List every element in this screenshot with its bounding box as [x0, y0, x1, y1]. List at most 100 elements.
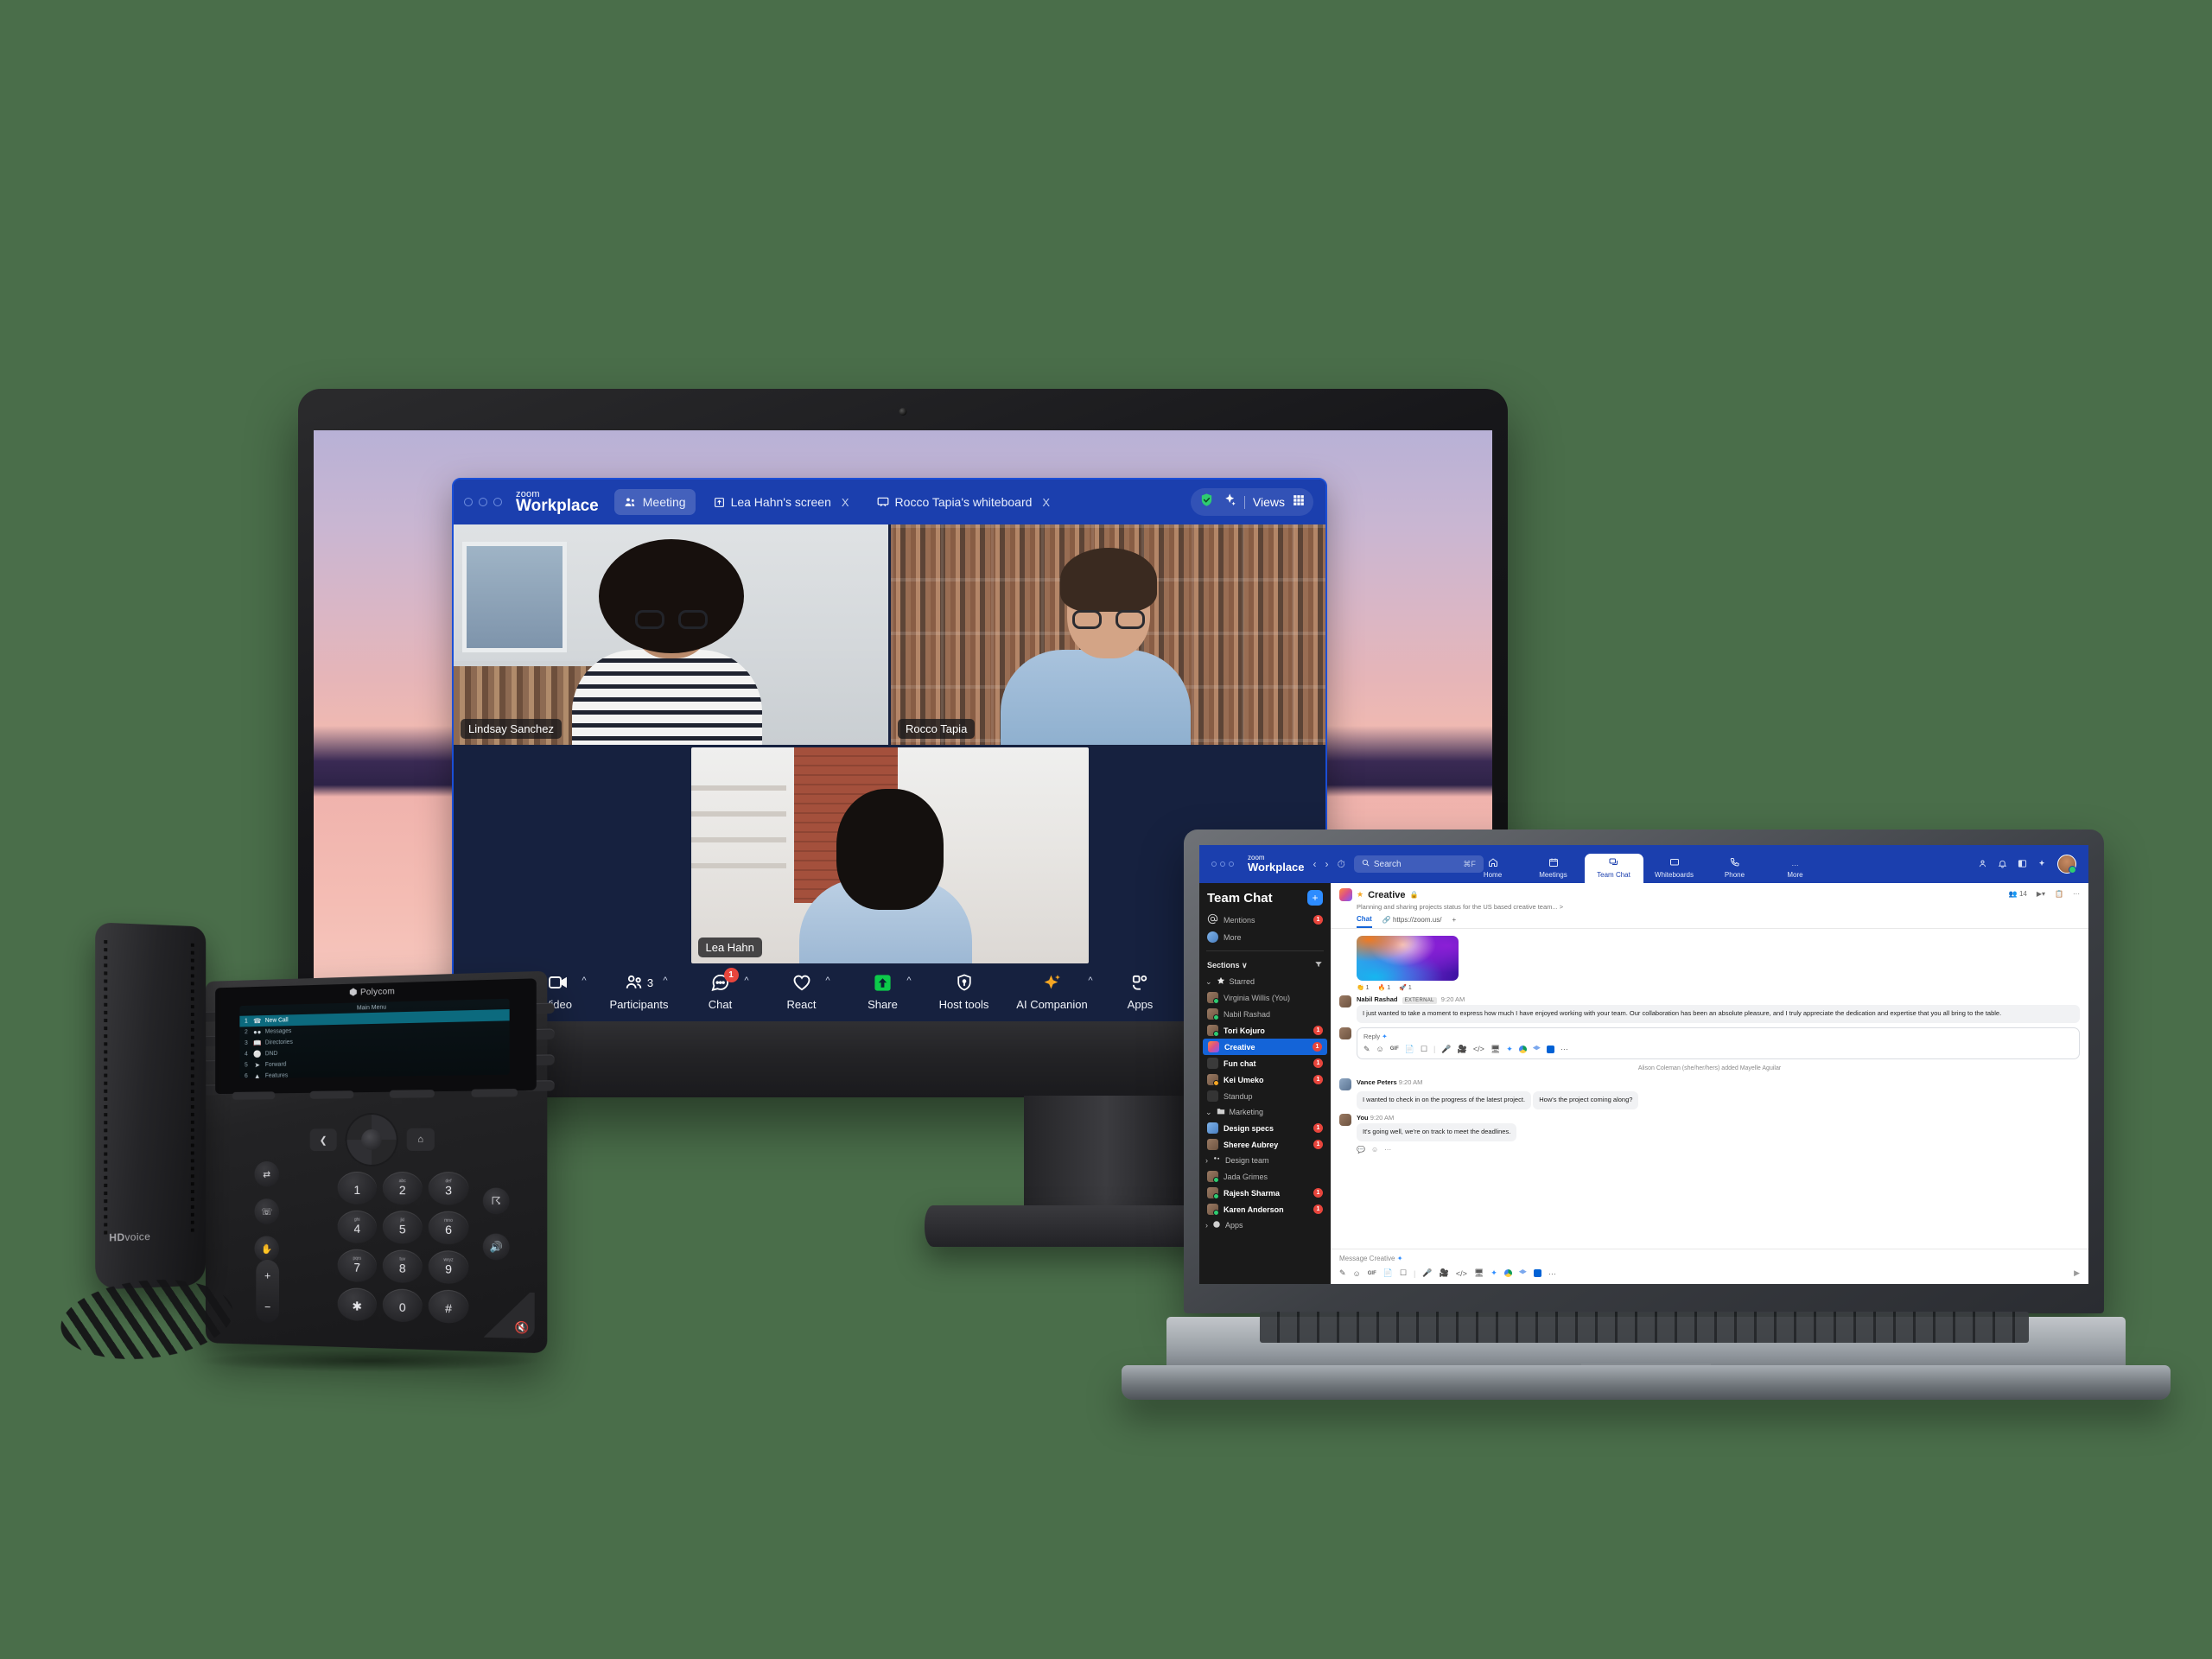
tab-whiteboards[interactable]: Whiteboards	[1645, 854, 1704, 883]
key-4[interactable]: ghi 4	[337, 1210, 377, 1244]
gif-icon[interactable]: GIF	[1368, 1271, 1376, 1276]
message-composer[interactable]: Message Creative ✦ ✎ ☺ GIF 📄 ☐ | 🎤 🎥 </>…	[1331, 1249, 2088, 1284]
reaction-fire[interactable]: 🔥 1	[1378, 984, 1391, 991]
channel-description[interactable]: Planning and sharing projects status for…	[1357, 903, 2080, 911]
close-icon[interactable]: X	[842, 496, 849, 509]
reply-input-box[interactable]: Reply ✦ ✎ ☺ GIF 📄 ☐ | 🎤 🎥 </> 🖥 ✦ ···	[1357, 1027, 2080, 1059]
sidebar-item-tori-kojuro[interactable]: Tori Kojuro 1	[1199, 1022, 1331, 1039]
format-icon[interactable]: ✎	[1363, 1045, 1370, 1054]
phone-volume-rocker[interactable]: + −	[256, 1259, 280, 1324]
toolbar-share-button[interactable]: ^ Share	[842, 971, 924, 1011]
select-icon[interactable]	[345, 1112, 398, 1167]
toolbar-ai-companion-button[interactable]: ^ AI Companion	[1005, 971, 1100, 1011]
ai-sparkle-icon[interactable]: ✦	[1382, 1033, 1387, 1040]
tab-team-chat[interactable]: Team Chat	[1584, 854, 1643, 883]
video-clip-icon[interactable]: 🎥	[1458, 1045, 1467, 1054]
key-8[interactable]: tuv 8	[382, 1249, 423, 1284]
audio-icon[interactable]: 🎤	[1441, 1045, 1451, 1054]
message-attachment-image[interactable]	[1357, 936, 1459, 981]
chevron-right-icon[interactable]: ›	[1325, 858, 1329, 871]
nav-arrows[interactable]: ‹ › ⏱	[1313, 858, 1345, 871]
ai-sparkle-icon[interactable]: ✦	[1397, 1255, 1403, 1262]
sidebar-item-design-specs[interactable]: Design specs 1	[1199, 1120, 1331, 1136]
screen-share-icon[interactable]: 🖥	[1474, 1268, 1484, 1278]
sidebar-item-sheree-aubrey[interactable]: Sheree Aubrey 1	[1199, 1136, 1331, 1153]
contacts-icon[interactable]	[1978, 859, 1987, 870]
ai-sparkle-icon[interactable]	[2037, 859, 2047, 870]
sidebar-item-creative[interactable]: Creative 1	[1203, 1039, 1327, 1055]
sidebar-item-fun-chat[interactable]: Fun chat 1	[1199, 1055, 1331, 1071]
chevron-down-icon[interactable]: ⌄	[1205, 1108, 1212, 1117]
google-drive-icon[interactable]	[1518, 1045, 1527, 1053]
sidebar-item-jada-grimes[interactable]: Jada Grimes	[1199, 1168, 1331, 1185]
chevron-up-icon[interactable]: ^	[582, 976, 586, 986]
more-dots-icon[interactable]: ···	[1560, 1045, 1568, 1053]
more-dots-icon[interactable]: ···	[2073, 890, 2080, 898]
chevron-down-icon[interactable]: ⌄	[1205, 977, 1212, 987]
toolbar-react-button[interactable]: ^ React	[761, 971, 842, 1011]
close-icon[interactable]: X	[1042, 496, 1050, 509]
key-hash[interactable]: #	[428, 1289, 469, 1324]
gif-icon[interactable]: GIF	[1390, 1046, 1399, 1052]
key-0[interactable]: 0	[382, 1288, 423, 1323]
tab-home[interactable]: Home	[1464, 854, 1522, 883]
chevron-right-icon[interactable]: ›	[1205, 1221, 1208, 1230]
home-icon[interactable]: ⌂	[406, 1128, 435, 1151]
screen-share-icon[interactable]: 🖥	[1491, 1045, 1500, 1054]
star-icon[interactable]: ★	[1357, 890, 1363, 899]
file-icon[interactable]: 📄	[1383, 1268, 1393, 1278]
voicemail-icon[interactable]: ☏	[254, 1198, 280, 1224]
ai-sparkle-icon[interactable]	[1222, 493, 1236, 512]
more-dots-icon[interactable]: ···	[1384, 1146, 1391, 1154]
key-2[interactable]: abc 2	[382, 1172, 423, 1205]
screenshot-icon[interactable]: ☐	[1421, 1045, 1427, 1054]
screenshot-icon[interactable]: ☐	[1400, 1268, 1407, 1278]
key-9[interactable]: wxyz 9	[428, 1249, 469, 1285]
key-3[interactable]: def 3	[428, 1172, 469, 1205]
sidebar-item-virginia-willis[interactable]: Virginia Willis (You)	[1199, 989, 1331, 1006]
dropbox-icon[interactable]	[1532, 1045, 1541, 1051]
new-chat-button[interactable]: +	[1307, 890, 1323, 906]
code-icon[interactable]: </>	[1473, 1045, 1484, 1053]
chevron-up-icon[interactable]: ^	[663, 976, 667, 986]
avatar[interactable]	[1339, 1077, 1351, 1090]
bell-icon[interactable]	[1998, 859, 2007, 870]
sidebar-group-marketing[interactable]: ⌄ Marketing	[1199, 1104, 1331, 1120]
phone-softkeys[interactable]	[215, 1085, 537, 1103]
video-tile-lea[interactable]: Lea Hahn	[690, 747, 1089, 963]
sidebar-item-more[interactable]: More	[1199, 929, 1331, 945]
headset-icon[interactable]: ☈	[482, 1187, 510, 1215]
sidebar-item-nabil-rashad[interactable]: Nabil Rashad	[1199, 1006, 1331, 1022]
hold-icon[interactable]: ✋	[254, 1236, 280, 1262]
toolbar-host-tools-button[interactable]: Host tools	[924, 971, 1005, 1011]
message-list[interactable]: 👏 1 🔥 1 🚀 1 Nabil Rashad EXTERNAL 9:20 A…	[1331, 929, 2088, 1249]
chevron-right-icon[interactable]: ›	[1205, 1156, 1208, 1165]
tab-whiteboard[interactable]: Rocco Tapia's whiteboard X	[868, 489, 1060, 515]
chevron-left-icon[interactable]: ‹	[1313, 858, 1317, 871]
grid-icon[interactable]	[1293, 494, 1305, 511]
tab-more[interactable]: ··· More	[1766, 858, 1825, 883]
mute-icon[interactable]: 🔇	[482, 1291, 535, 1339]
filter-icon[interactable]	[1314, 960, 1323, 970]
video-tile-lindsay[interactable]: Lindsay Sanchez	[454, 524, 888, 745]
chevron-up-icon[interactable]: ^	[825, 976, 830, 986]
panel-icon[interactable]	[2018, 859, 2027, 870]
chevron-down-icon[interactable]: ∨	[1242, 961, 1248, 969]
members-count[interactable]: 👥 14	[2009, 890, 2027, 898]
back-icon[interactable]: ❮	[309, 1128, 337, 1152]
sidebar-item-kei-umeko[interactable]: Kei Umeko 1	[1199, 1071, 1331, 1088]
reply-icon[interactable]: 💬	[1357, 1146, 1365, 1154]
reaction-clap[interactable]: 👏 1	[1357, 984, 1370, 991]
channel-tab-chat[interactable]: Chat	[1357, 915, 1372, 928]
sidebar-group-design-team[interactable]: › Design team	[1199, 1153, 1331, 1168]
box-icon[interactable]	[1546, 1045, 1554, 1053]
sidebar-item-mentions[interactable]: Mentions 1	[1199, 911, 1331, 929]
clock-icon[interactable]: ⏱	[1338, 858, 1345, 871]
avatar[interactable]	[1339, 1113, 1351, 1126]
google-drive-icon[interactable]	[1503, 1269, 1512, 1277]
phone-handset[interactable]: HDvoice	[95, 922, 207, 1290]
window-controls[interactable]	[464, 498, 502, 506]
laptop-keyboard[interactable]	[1260, 1312, 2029, 1343]
views-button[interactable]: Views	[1253, 495, 1285, 509]
sidebar-item-karen-anderson[interactable]: Karen Anderson 1	[1199, 1201, 1331, 1217]
